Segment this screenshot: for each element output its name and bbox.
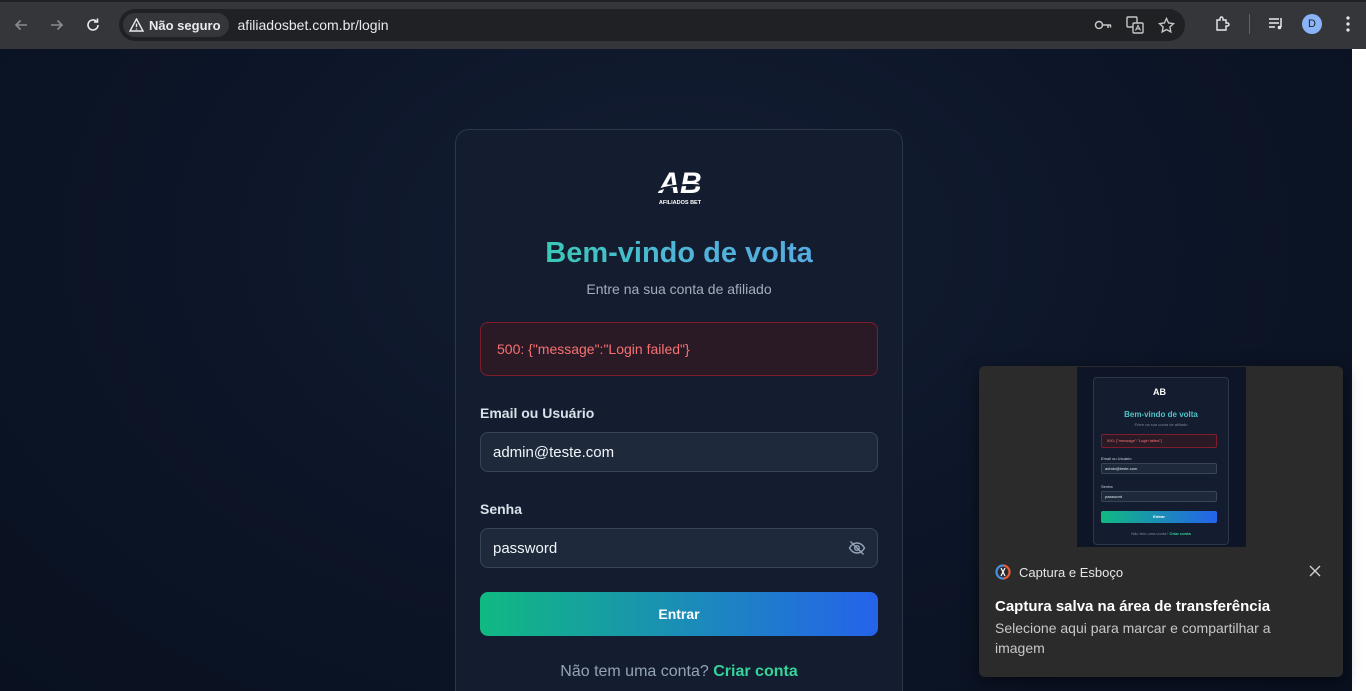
- security-label: Não seguro: [149, 17, 221, 33]
- page-title: Bem-vindo de volta: [456, 237, 902, 270]
- site-security-chip[interactable]: Não seguro: [123, 13, 229, 37]
- screenshot-notification[interactable]: AB Bem-vindo de volta Entre na sua conta…: [979, 366, 1343, 677]
- screenshot-thumbnail[interactable]: AB Bem-vindo de volta Entre na sua conta…: [1077, 367, 1246, 547]
- login-card: AB AFILIADOS BET Bem-vindo de volta Entr…: [455, 129, 903, 691]
- thumbnail-title: Bem-vindo de volta: [1124, 410, 1198, 419]
- thumbnail-password-field: password: [1101, 491, 1217, 502]
- error-alert: 500: {"message":"Login failed"}: [480, 322, 878, 376]
- reload-button[interactable]: [75, 7, 111, 43]
- adjacent-window-edge: [1352, 49, 1366, 691]
- forward-button[interactable]: [39, 7, 75, 43]
- profile-button[interactable]: D: [1294, 6, 1330, 42]
- toolbar-separator: [1249, 14, 1250, 34]
- email-field[interactable]: admin@teste.com: [480, 432, 878, 472]
- back-button[interactable]: [3, 7, 39, 43]
- url-text[interactable]: afiliadosbet.com.br/login: [238, 17, 389, 33]
- extensions-button[interactable]: [1205, 6, 1241, 42]
- thumbnail-email-field: admin@teste.com: [1101, 463, 1217, 474]
- media-icon: [1269, 18, 1282, 30]
- email-value: admin@teste.com: [493, 443, 615, 461]
- menu-icon: [1346, 16, 1350, 32]
- thumbnail-card: AB Bem-vindo de volta Entre na sua conta…: [1093, 377, 1229, 545]
- svg-text:AB: AB: [657, 167, 701, 200]
- toast-app-row: Captura e Esboço: [995, 564, 1123, 580]
- eye-off-icon[interactable]: [848, 540, 866, 556]
- media-button[interactable]: [1258, 6, 1294, 42]
- signup-text: Não tem uma conta?: [560, 663, 709, 680]
- thumbnail-error: 500: {"message":"Login failed"}: [1101, 434, 1217, 448]
- avatar: D: [1302, 14, 1322, 34]
- snip-icon: [995, 564, 1011, 580]
- back-icon: [14, 19, 27, 30]
- password-value: password: [493, 539, 558, 557]
- thumbnail-subtitle: Entre na sua conta de afiliado: [1134, 422, 1188, 427]
- afiliados-bet-logo: AB AFILIADOS BET: [657, 167, 705, 206]
- translate-icon[interactable]: [1126, 16, 1144, 34]
- thumbnail-email-label: Email ou Usuário: [1101, 456, 1132, 461]
- toast-app-name: Captura e Esboço: [1019, 564, 1124, 580]
- thumbnail-footer: Não tem uma conta? Criar conta: [1131, 531, 1191, 536]
- toast-body: Selecione aqui para marcar e compartilha…: [995, 620, 1271, 656]
- svg-text:AFILIADOS BET: AFILIADOS BET: [659, 200, 702, 206]
- email-label: Email ou Usuário: [480, 405, 595, 421]
- password-field[interactable]: password: [480, 528, 878, 568]
- close-icon[interactable]: [1309, 565, 1321, 577]
- password-label: Senha: [480, 501, 523, 517]
- thumbnail-button: Entrar: [1101, 511, 1217, 523]
- warning-icon: [129, 18, 144, 32]
- signup-prompt: Não tem uma conta? Criar conta: [456, 663, 902, 681]
- reload-icon: [87, 18, 99, 31]
- browser-toolbar: Não seguro afiliadosbet.com.br/login D: [0, 0, 1366, 49]
- page-subtitle: Entre na sua conta de afiliado: [586, 281, 772, 297]
- extensions-icon: [1216, 16, 1230, 31]
- thumbnail-password-label: Senha: [1101, 484, 1113, 489]
- address-bar[interactable]: Não seguro afiliadosbet.com.br/login: [119, 9, 1185, 41]
- menu-button[interactable]: [1330, 6, 1366, 42]
- thumbnail-logo: AB: [1153, 387, 1166, 397]
- toast-heading: Captura salva na área de transferência: [995, 598, 1271, 615]
- create-account-link[interactable]: Criar conta: [713, 663, 797, 680]
- key-icon[interactable]: [1094, 19, 1112, 31]
- login-button[interactable]: Entrar: [480, 592, 878, 636]
- star-icon[interactable]: [1158, 16, 1175, 34]
- forward-icon: [51, 19, 64, 30]
